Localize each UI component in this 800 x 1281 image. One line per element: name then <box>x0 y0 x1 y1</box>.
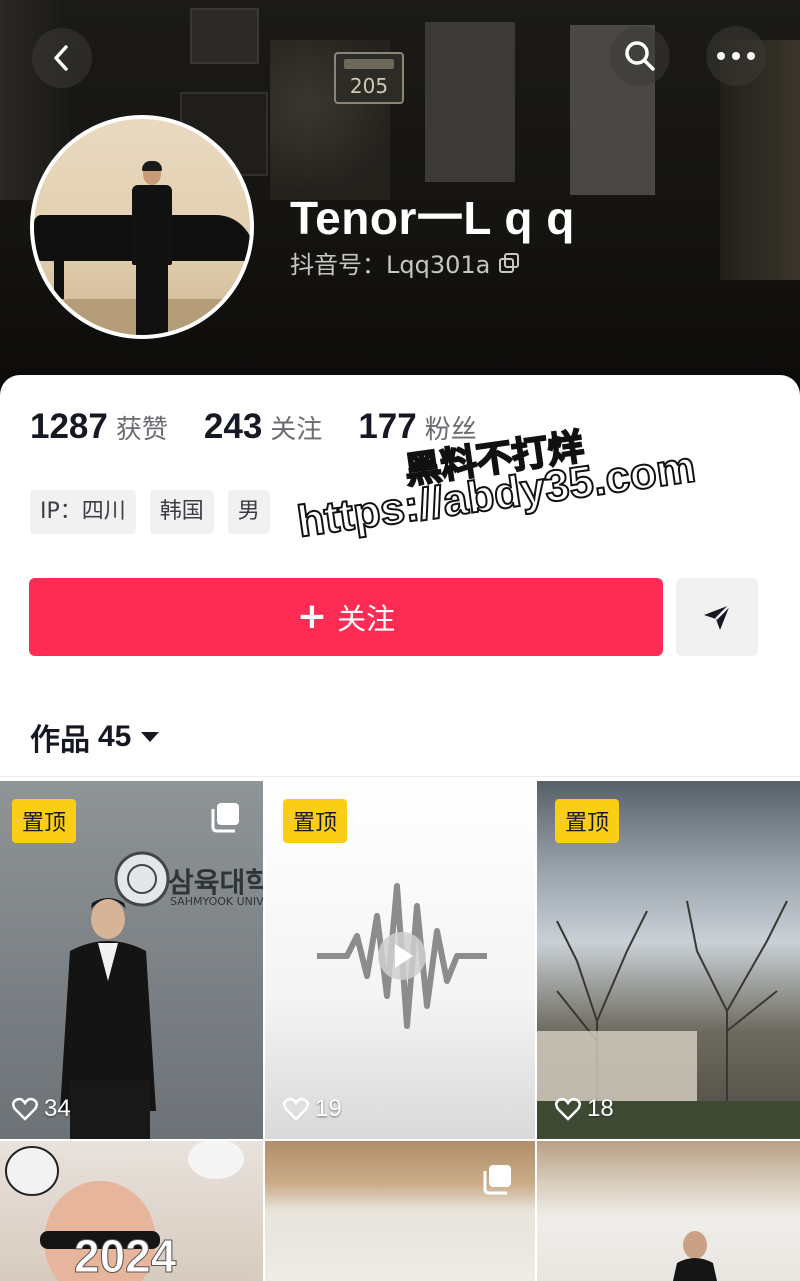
display-name: Tenor一L q q <box>290 192 575 244</box>
back-button[interactable] <box>32 28 92 88</box>
follow-button[interactable]: + 关注 <box>29 578 663 656</box>
video-tile[interactable] <box>265 1141 535 1281</box>
tag-ip: IP：四川 <box>30 490 136 534</box>
video-overlay-sub: SAHMYOOK UNIV <box>170 895 263 908</box>
like-count: 34 <box>12 1095 71 1123</box>
like-count: 19 <box>283 1095 342 1123</box>
background-door <box>425 22 515 182</box>
follow-label: 关注 <box>337 602 396 636</box>
profile-header: 205 Tenor一L q q 抖音号：Lqq301a <box>0 0 800 400</box>
send-icon <box>704 604 731 630</box>
account-id-text: 抖音号：Lqq301a <box>290 251 491 279</box>
chevron-left-icon <box>54 45 68 71</box>
pinned-badge: 置顶 <box>555 799 620 843</box>
like-count-value: 34 <box>44 1095 71 1122</box>
pinned-badge: 置顶 <box>283 799 348 843</box>
heart-icon <box>283 1097 309 1121</box>
caret-down-icon <box>141 732 160 742</box>
video-tile[interactable]: 삼육대학 SAHMYOOK UNIV 置顶 34 <box>0 781 263 1139</box>
like-count: 18 <box>555 1095 614 1123</box>
video-tile[interactable]: 置顶 19 <box>265 781 535 1139</box>
like-count-value: 19 <box>315 1095 342 1122</box>
copy-icon[interactable] <box>498 252 520 274</box>
stat-following[interactable]: 243 关注 <box>204 407 322 447</box>
stat-label: 获赞 <box>115 415 168 445</box>
video-tile[interactable] <box>537 1141 800 1281</box>
works-label: 作品 <box>30 723 90 758</box>
heart-icon <box>12 1097 38 1121</box>
video-tile[interactable]: 置顶 18 <box>537 781 800 1139</box>
search-icon <box>625 41 655 71</box>
tag-gender: 男 <box>227 490 270 534</box>
multi-image-icon <box>483 1165 511 1195</box>
door-number: 205 <box>349 74 389 98</box>
background-window <box>190 8 259 64</box>
stat-label: 关注 <box>270 415 323 445</box>
stat-value: 1287 <box>30 407 108 446</box>
works-count: 45 <box>98 720 132 753</box>
video-tile[interactable]: 2024 <box>0 1141 263 1281</box>
stat-value: 243 <box>203 407 263 446</box>
account-id[interactable]: 抖音号：Lqq301a <box>290 245 520 280</box>
message-button[interactable] <box>676 578 758 656</box>
audio-waveform-icon <box>317 883 487 1029</box>
divider <box>0 776 800 777</box>
profile-tags: IP：四川 韩国 男 <box>30 490 270 534</box>
pinned-badge: 置顶 <box>12 799 77 843</box>
tag-country: 韩国 <box>149 490 214 534</box>
plus-icon: + <box>296 596 328 637</box>
avatar[interactable] <box>30 115 254 339</box>
search-button[interactable] <box>610 26 670 86</box>
multi-image-icon <box>211 803 239 833</box>
stat-likes[interactable]: 1287 获赞 <box>30 407 168 447</box>
more-button[interactable] <box>706 26 766 86</box>
door-number-plate: 205 <box>334 52 404 104</box>
video-overlay-text: 2024 <box>73 1230 177 1281</box>
heart-icon <box>555 1097 581 1121</box>
tab-works[interactable]: 作品 45 <box>30 715 161 759</box>
more-dots-icon <box>717 52 755 60</box>
like-count-value: 18 <box>587 1095 614 1122</box>
